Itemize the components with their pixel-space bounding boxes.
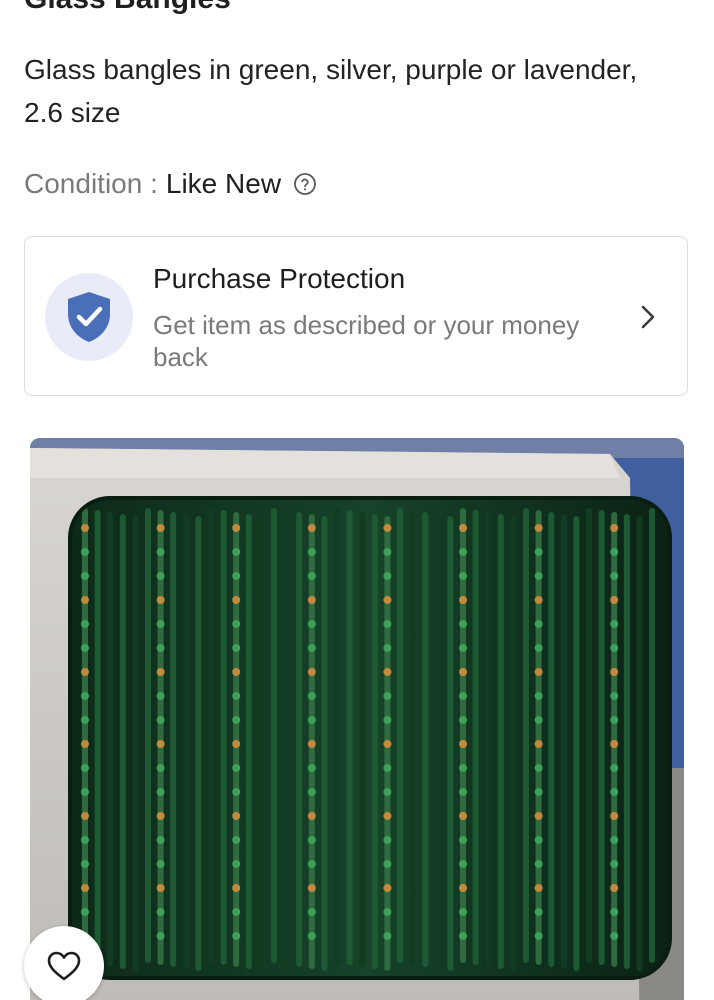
- condition-value: Like New: [165, 168, 282, 199]
- heart-icon: [47, 951, 81, 981]
- product-detail-page: Glass Bangles Glass bangles in green, si…: [0, 0, 714, 1000]
- condition-row: Condition : Like New: [24, 168, 317, 200]
- purchase-protection-card[interactable]: Purchase Protection Get item as describe…: [24, 236, 688, 396]
- shield-check-icon: [45, 273, 133, 361]
- question-circle-icon[interactable]: [293, 172, 317, 196]
- product-photo[interactable]: [30, 438, 684, 1000]
- protection-subtitle: Get item as described or your money back: [153, 310, 580, 372]
- condition-label: Condition :: [24, 168, 158, 199]
- chevron-right-icon: [639, 303, 657, 331]
- protection-title: Purchase Protection: [153, 263, 406, 294]
- favorite-button[interactable]: [24, 926, 104, 1000]
- product-description: Glass bangles in green, silver, purple o…: [24, 54, 638, 128]
- product-title: Glass Bangles: [24, 0, 231, 16]
